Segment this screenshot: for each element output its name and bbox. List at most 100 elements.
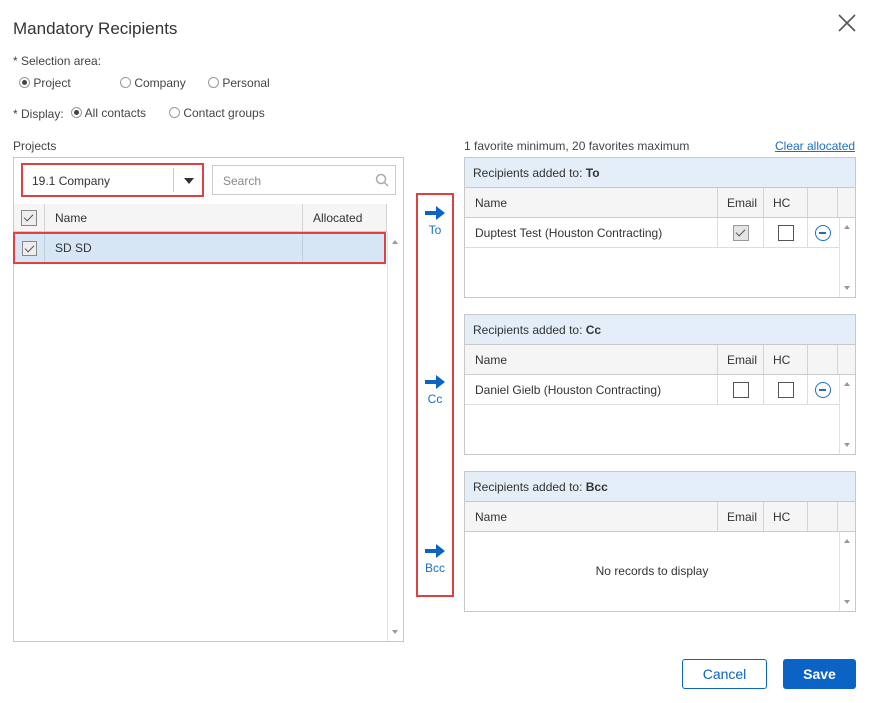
email-checkbox[interactable] [732, 382, 749, 398]
cancel-button[interactable]: Cancel [682, 659, 767, 689]
radio-project[interactable]: Project [19, 76, 71, 90]
email-checkbox[interactable] [732, 225, 749, 241]
col-hc[interactable]: HC [764, 502, 808, 531]
row-name: SD SD [45, 234, 303, 262]
scroll-up-icon[interactable] [844, 225, 850, 229]
radio-icon [208, 77, 219, 88]
scroll-up-icon[interactable] [844, 539, 850, 543]
chevron-down-icon [184, 178, 194, 184]
row-checkbox[interactable] [22, 240, 37, 256]
select-all-checkbox[interactable] [21, 209, 37, 226]
radio-contact-groups-label: Contact groups [183, 106, 265, 120]
email-cell[interactable] [718, 218, 764, 248]
header-prefix: Recipients added to: [473, 166, 583, 180]
bcc-table-header: Name Email HC [465, 502, 855, 532]
radio-contact-groups[interactable]: Contact groups [169, 106, 265, 120]
remove-button[interactable] [808, 375, 838, 405]
add-bcc-label: Bcc [424, 561, 445, 575]
add-bcc-button[interactable]: Bcc [419, 544, 451, 575]
cc-table-header: Name Email HC [465, 345, 855, 375]
col-name[interactable]: Name [45, 204, 303, 231]
radio-icon [19, 77, 30, 88]
remove-button[interactable] [808, 218, 838, 248]
save-button[interactable]: Save [783, 659, 856, 689]
recipients-bcc-header: Recipients added to: Bcc [465, 472, 855, 502]
projects-table-header: Name Allocated [14, 204, 387, 232]
add-cc-button[interactable]: Cc [419, 375, 451, 406]
table-row[interactable]: Daniel Gielb (Houston Contracting) [465, 375, 855, 405]
projects-label: Projects [13, 139, 57, 153]
select-all-cell[interactable] [14, 204, 45, 231]
radio-all-contacts[interactable]: All contacts [71, 106, 146, 120]
empty-state: No records to display [465, 532, 855, 610]
scroll-down-icon[interactable] [844, 286, 850, 290]
hc-checkbox[interactable] [777, 382, 794, 398]
col-name[interactable]: Name [465, 188, 718, 217]
remove-icon [815, 225, 831, 241]
scroll-up-icon[interactable] [392, 240, 398, 244]
hc-cell[interactable] [764, 218, 808, 248]
recipients-to-panel: Recipients added to: To Name Email HC Du… [464, 157, 856, 298]
col-actions [808, 502, 838, 531]
add-to-button[interactable]: To [419, 206, 451, 237]
arrow-right-icon [425, 206, 445, 220]
selection-area-label: * Selection area: [13, 54, 102, 68]
project-search-input[interactable]: Search [212, 165, 396, 195]
col-email[interactable]: Email [718, 345, 764, 374]
row-checkbox-cell[interactable] [15, 234, 45, 262]
header-bcc-label: Bcc [585, 480, 608, 494]
recipients-to-header: Recipients added to: To [465, 158, 855, 188]
table-row[interactable]: Duptest Test (Houston Contracting) [465, 218, 855, 248]
recipients-cc-panel: Recipients added to: Cc Name Email HC Da… [464, 314, 856, 455]
cc-scrollbar[interactable] [839, 375, 855, 454]
radio-all-contacts-label: All contacts [84, 106, 147, 120]
col-name[interactable]: Name [465, 345, 718, 374]
to-table-header: Name Email HC [465, 188, 855, 218]
col-email[interactable]: Email [718, 502, 764, 531]
display-label: * Display: [13, 107, 64, 121]
scroll-down-icon[interactable] [844, 600, 850, 604]
scroll-up-icon[interactable] [844, 382, 850, 386]
scroll-down-icon[interactable] [844, 443, 850, 447]
radio-personal[interactable]: Personal [208, 76, 270, 90]
empty-text: No records to display [595, 564, 709, 578]
arrow-right-icon [425, 375, 445, 389]
recipient-name: Daniel Gielb (Houston Contracting) [465, 375, 718, 405]
header-to-label: To [585, 166, 600, 180]
clear-allocated-link[interactable]: Clear allocated [775, 139, 855, 153]
radio-company[interactable]: Company [120, 76, 186, 90]
table-row[interactable]: SD SD [13, 232, 386, 264]
bcc-scrollbar[interactable] [839, 532, 855, 611]
hc-checkbox[interactable] [777, 225, 794, 241]
add-cc-label: Cc [427, 392, 443, 406]
radio-icon [120, 77, 131, 88]
row-allocated [303, 234, 386, 262]
col-actions [808, 188, 838, 217]
hc-cell[interactable] [764, 375, 808, 405]
projects-scrollbar[interactable] [387, 232, 403, 641]
project-dropdown-value: 19.1 Company [32, 174, 111, 188]
to-scrollbar[interactable] [839, 218, 855, 297]
divider [173, 168, 174, 192]
project-dropdown[interactable]: 19.1 Company [21, 163, 204, 197]
col-allocated[interactable]: Allocated [303, 204, 387, 231]
favorites-note: 1 favorite minimum, 20 favorites maximum [464, 139, 690, 153]
dialog-title: Mandatory Recipients [13, 19, 178, 38]
radio-company-label: Company [134, 76, 186, 90]
col-email[interactable]: Email [718, 188, 764, 217]
col-actions [808, 345, 838, 374]
add-to-label: To [428, 223, 442, 237]
scroll-down-icon[interactable] [392, 630, 398, 634]
col-hc[interactable]: HC [764, 345, 808, 374]
close-icon[interactable] [836, 12, 858, 34]
header-prefix: Recipients added to: [473, 480, 583, 494]
recipients-cc-header: Recipients added to: Cc [465, 315, 855, 345]
search-icon [375, 173, 389, 187]
recipients-bcc-panel: Recipients added to: Bcc Name Email HC N… [464, 471, 856, 612]
col-hc[interactable]: HC [764, 188, 808, 217]
radio-icon [71, 107, 82, 118]
header-prefix: Recipients added to: [473, 323, 583, 337]
col-name[interactable]: Name [465, 502, 718, 531]
search-placeholder: Search [223, 174, 262, 188]
email-cell[interactable] [718, 375, 764, 405]
